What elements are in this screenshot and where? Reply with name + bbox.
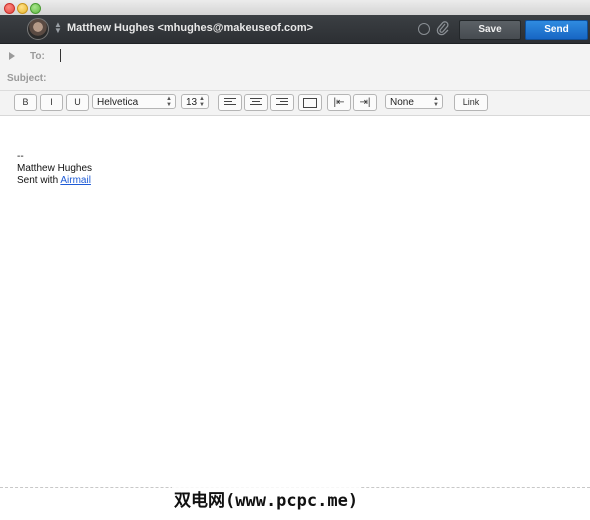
minimize-button-icon[interactable] xyxy=(17,3,28,14)
to-field[interactable] xyxy=(60,49,61,62)
list-style-value: None xyxy=(390,97,414,108)
bold-button[interactable]: B xyxy=(14,94,37,111)
close-button-icon[interactable] xyxy=(4,3,15,14)
align-left-button[interactable] xyxy=(218,94,242,111)
align-center-button[interactable] xyxy=(244,94,268,111)
to-label: To: xyxy=(30,51,45,62)
italic-button[interactable]: I xyxy=(40,94,63,111)
circle-icon[interactable] xyxy=(418,23,430,35)
signature-name: Matthew Hughes xyxy=(17,163,93,174)
font-select-value: Helvetica xyxy=(97,97,139,108)
border-button[interactable] xyxy=(298,94,322,111)
border-icon xyxy=(303,98,317,108)
align-left-icon xyxy=(224,98,236,107)
zoom-button-icon[interactable] xyxy=(30,3,41,14)
list-style-select[interactable]: None ▲ ▼ xyxy=(385,94,443,109)
size-select[interactable]: 13 ▲ ▼ xyxy=(181,94,209,109)
airmail-link[interactable]: Airmail xyxy=(60,175,91,186)
watermark: 双电网(www.pcpc.me) xyxy=(172,486,361,511)
paperclip-icon[interactable] xyxy=(436,20,450,36)
save-button[interactable]: Save xyxy=(459,20,521,40)
compose-toolbar: ▲ ▼ Matthew Hughes <mhughes@makeuseof.com… xyxy=(0,15,590,44)
from-account-selector[interactable]: Matthew Hughes <mhughes@makeuseof.com> xyxy=(67,22,313,34)
align-center-icon xyxy=(250,98,262,107)
to-row: To: xyxy=(0,44,590,69)
select-arrows-icon: ▲ ▼ xyxy=(199,96,205,108)
align-right-button[interactable] xyxy=(270,94,294,111)
subject-row[interactable]: Subject: xyxy=(0,68,590,91)
font-select[interactable]: Helvetica ▲ ▼ xyxy=(92,94,176,109)
align-right-icon xyxy=(276,98,288,107)
link-button[interactable]: Link xyxy=(454,94,488,111)
disclosure-triangle-icon[interactable] xyxy=(9,52,15,60)
size-select-value: 13 xyxy=(186,97,198,108)
message-body[interactable]: -- Matthew Hughes Sent with Airmail xyxy=(17,151,92,187)
sent-with-text: Sent with xyxy=(17,175,59,186)
indent-button[interactable]: ⇥| xyxy=(353,94,377,111)
select-arrows-icon: ▲ ▼ xyxy=(433,96,439,108)
compose-window: ▲ ▼ Matthew Hughes <mhughes@makeuseof.com… xyxy=(0,0,590,519)
sort-arrows-icon[interactable]: ▲ ▼ xyxy=(54,21,62,35)
select-arrows-icon: ▲ ▼ xyxy=(166,96,172,108)
outdent-button[interactable]: |⇤ xyxy=(327,94,351,111)
signature-separator: -- xyxy=(17,151,24,162)
title-bar xyxy=(0,0,590,15)
indent-icon: ⇥| xyxy=(359,97,371,108)
avatar[interactable] xyxy=(27,18,49,40)
signature-sent-with: Sent with Airmail xyxy=(17,175,92,187)
format-toolbar: B I U Helvetica ▲ ▼ 13 ▲ ▼ |⇤ ⇥| None ▲ … xyxy=(0,91,590,116)
outdent-icon: |⇤ xyxy=(333,97,345,108)
send-button[interactable]: Send xyxy=(525,20,588,40)
subject-label: Subject: xyxy=(7,73,47,84)
underline-button[interactable]: U xyxy=(66,94,89,111)
